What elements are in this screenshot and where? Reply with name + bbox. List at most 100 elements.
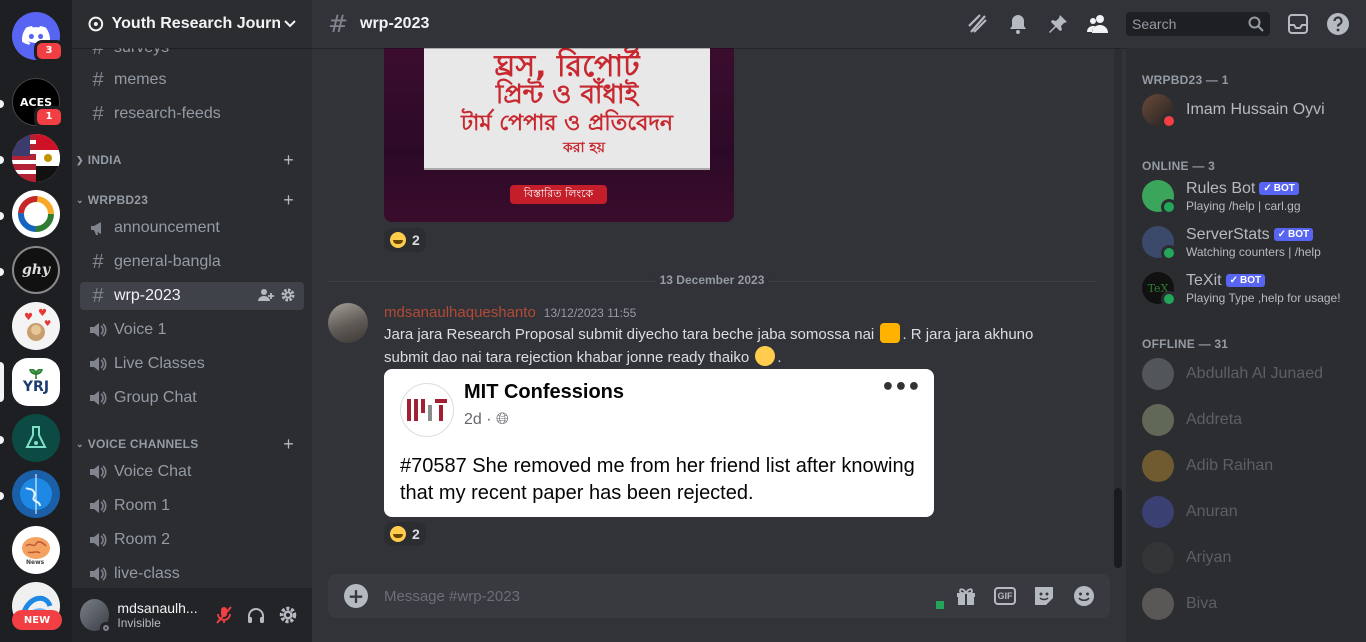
gear-icon[interactable] [280,287,296,306]
server-ghy[interactable]: ghy [12,246,60,294]
guild-header[interactable]: Youth Research Journa [72,0,312,48]
flask-icon [12,414,60,462]
member-item[interactable]: Adib Raihan [1134,445,1358,487]
reaction-button[interactable]: 2 [384,228,426,252]
yawning-face-emoji-icon [755,346,776,366]
server-ring[interactable] [12,190,60,238]
channel-label: Voice 1 [114,321,167,338]
avatar[interactable] [328,303,368,343]
texit-avatar: TeX [1142,272,1177,307]
member-name: Ariyan [1186,549,1232,566]
channel-live-classes[interactable]: Live Classes [80,350,304,378]
chevron-down-icon [284,17,296,31]
member-item[interactable]: Imam Hussain Oyvi [1134,89,1358,131]
image-embed[interactable]: ঘ্রস, রিপোর্ট প্রিন্ট ও বাঁধাই টার্ম পেপ… [384,48,734,222]
channel-group-chat[interactable]: Group Chat [80,384,304,412]
member-activity: Watching counters | /help [1186,244,1321,259]
scrollbar-thumb[interactable] [1114,488,1122,568]
channel-general-bangla[interactable]: # general-bangla [80,248,304,276]
member-item[interactable]: Ariyan [1134,537,1358,579]
chevron-down-icon: ⌄ [76,194,84,205]
user-info[interactable]: mdsanaulh... Invisible [117,600,202,630]
bot-badge: ✓ BOT [1259,182,1299,195]
svg-text:♥: ♥ [44,319,51,328]
server-brain[interactable]: News [12,526,60,574]
emoji-button[interactable] [1072,584,1096,608]
channel-room-1[interactable]: Room 1 [80,492,304,520]
bot-badge-label: BOT [1239,275,1262,286]
reaction-button[interactable]: 2 [384,522,426,546]
serverstats-avatar [1142,226,1177,261]
add-member-icon[interactable] [258,287,274,306]
member-item[interactable]: Rules Bot ✓ BOT Playing /help | carl.gg [1134,175,1358,217]
message-author[interactable]: mdsanaulhaqueshanto [384,304,536,321]
dnd-status-icon [1161,113,1177,129]
gif-button[interactable]: GIF [994,587,1016,605]
member-item[interactable]: Anuran [1134,491,1358,533]
channel-room-2[interactable]: Room 2 [80,526,304,554]
default-discord-avatar [1142,496,1174,528]
member-item[interactable]: Biva [1134,583,1358,625]
add-channel-icon[interactable]: + [283,150,294,171]
ring-logo-icon [12,190,60,238]
gift-button[interactable] [954,584,978,608]
member-item[interactable]: Abdullah Al Junaed [1134,353,1358,395]
add-channel-icon[interactable]: + [283,434,294,455]
bot-badge-label: BOT [1273,183,1295,194]
grinning-emoji-icon [390,526,406,542]
server-flags[interactable] [12,134,60,182]
server-globe[interactable] [12,470,60,518]
member-item[interactable]: TeX TeXit ✓ BOT Playing Type ,help for usa… [1134,267,1358,309]
category-india[interactable]: ❯ INDIA + [76,150,304,170]
sign-line: করা হয় [562,140,606,156]
channel-announcement[interactable]: announcement [80,214,304,242]
channel-surveys[interactable]: # surveys [80,48,304,62]
username: mdsanaulh... [117,600,198,616]
sticker-button[interactable] [1032,584,1056,608]
add-attachment-button[interactable]: + [344,584,368,608]
channel-label: memes [114,71,167,88]
server-ghy-label: ghy [21,262,51,278]
message-input[interactable]: Message #wrp-2023 [384,588,936,605]
post-time: 2d · [464,411,492,428]
turtle-bot-avatar [1142,180,1177,215]
add-channel-icon[interactable]: + [283,190,294,211]
category-voice-channels[interactable]: ⌄ VOICE CHANNELS + [76,434,304,454]
more-options-icon: ••• [880,375,921,400]
image-attachment[interactable]: MIT Confessions 2d · 🌐︎ ••• #70587 She r… [384,369,934,517]
home-button[interactable]: 3 [12,12,64,62]
member-name: Biva [1186,595,1218,612]
user-settings-button[interactable] [272,599,304,631]
message-text: submit dao nai tara rejection khabar jon… [384,349,750,366]
avatar[interactable] [80,599,113,634]
member-item[interactable]: ServerStats ✓ BOT Watching counters | /hel… [1134,221,1358,263]
post-page-name: MIT Confessions [464,381,625,403]
sticker-icon [1035,587,1053,605]
channel-wrp-2023[interactable]: # wrp-2023 [80,282,304,310]
channel-memes[interactable]: # memes [80,66,304,94]
server-yrj[interactable]: YRJ [12,358,60,406]
deafen-button[interactable] [240,599,272,631]
hash-icon: # [92,284,104,307]
member-item[interactable]: Addreta [1134,399,1358,441]
server-hearts[interactable]: ♥ ♥ ♥ [12,302,60,350]
post-meta: 2d · 🌐︎ [464,411,509,429]
flags-icon [12,134,60,182]
category-wrpbd23[interactable]: ⌄ WRPBD23 + [76,190,304,210]
channel-voice-1[interactable]: Voice 1 [80,316,304,344]
help-button[interactable] [1326,12,1350,36]
channel-research-feeds[interactable]: # research-feeds [80,100,304,128]
inbox-button[interactable] [1286,12,1310,36]
member-name: Abdullah Al Junaed [1186,365,1323,382]
search-input[interactable]: Search [1126,12,1270,36]
channel-live-class[interactable]: live-class [80,560,304,588]
server-aces[interactable]: ACES 1 [12,78,64,128]
chat-area: # wrp-2023 ঘ্রস, রিপোর্ট প্রিন্ট ও বাঁধা… [312,0,1126,642]
channel-voice-chat[interactable]: Voice Chat [80,458,304,486]
reaction-count: 2 [412,526,420,542]
mute-mic-button[interactable] [208,599,240,631]
scrollbar[interactable] [1114,48,1122,568]
member-name: Imam Hussain Oyvi [1186,101,1325,118]
server-flask[interactable] [12,414,60,462]
channel-title: wrp-2023 [360,15,430,32]
